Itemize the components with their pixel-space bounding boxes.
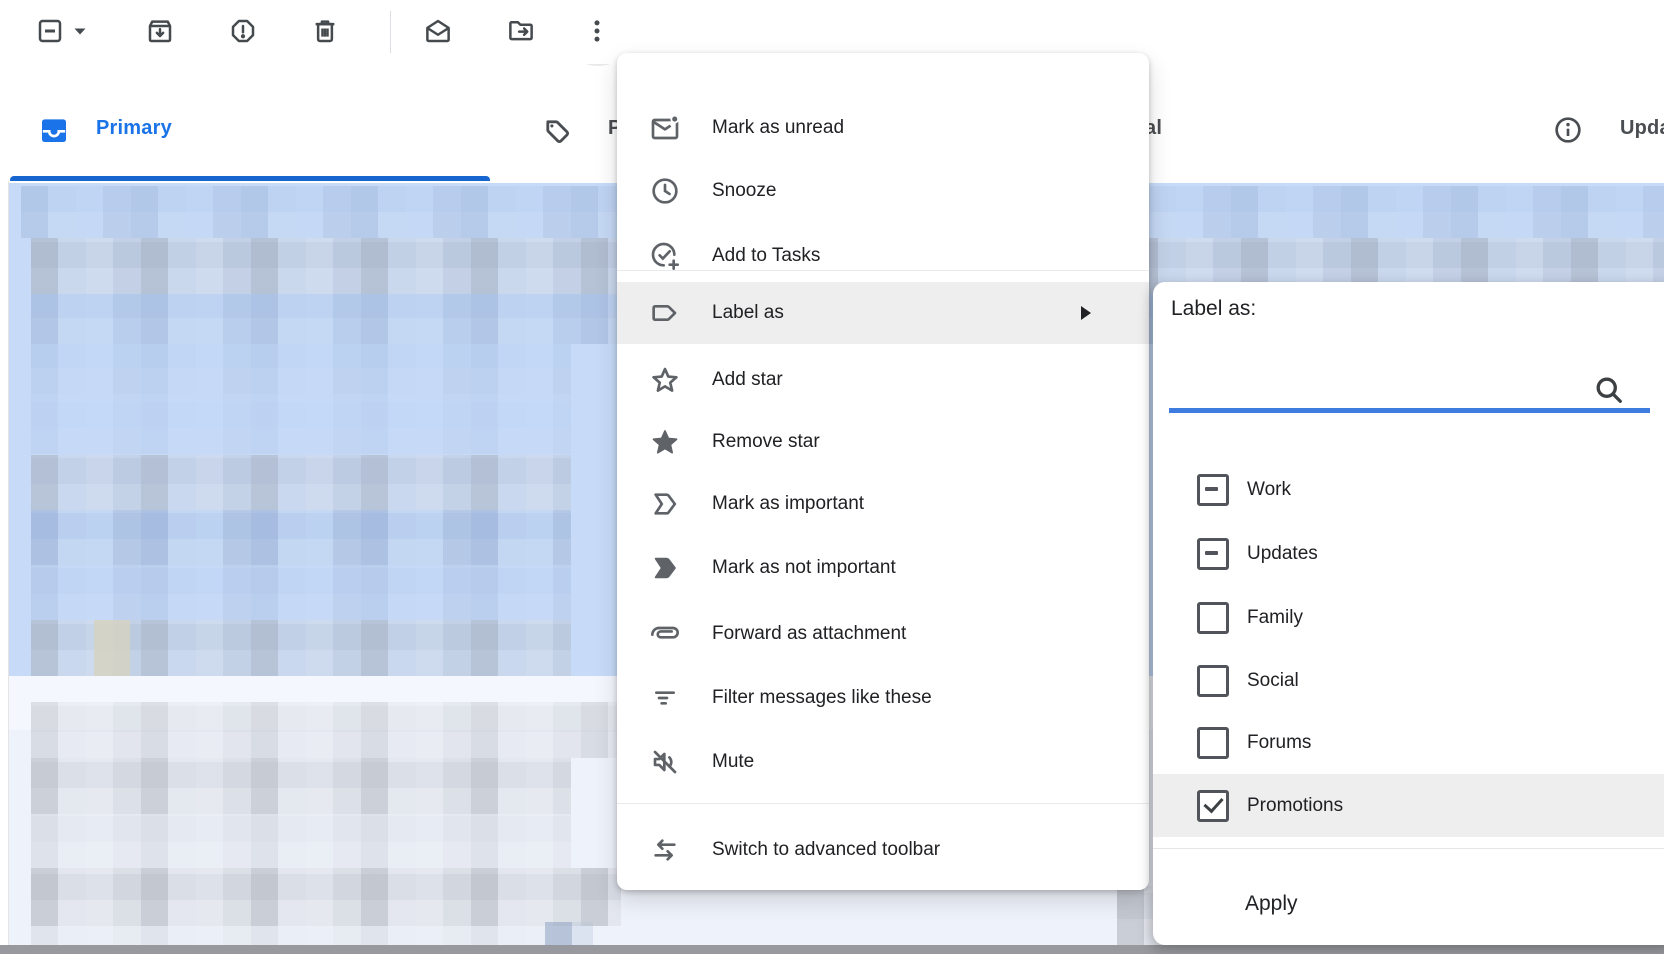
label-option-family[interactable]: Family	[1153, 586, 1664, 649]
checkbox[interactable]	[1197, 474, 1229, 506]
menu-item-label: Mute	[712, 751, 754, 773]
checkbox[interactable]	[1197, 727, 1229, 759]
menu-item-label: Forward as attachment	[712, 623, 906, 645]
report-spam-button[interactable]	[220, 8, 266, 54]
more-options-button[interactable]	[574, 8, 620, 54]
active-tab-underline	[10, 176, 490, 181]
label-as-panel-title: Label as:	[1171, 297, 1256, 321]
label-option-text: Work	[1247, 479, 1291, 501]
add-to-tasks-icon	[648, 239, 682, 273]
menu-item-label: Mark as important	[712, 493, 864, 515]
mark-as-read-button[interactable]	[415, 8, 461, 54]
menu-item-add-to-tasks[interactable]: Add to Tasks	[617, 225, 1149, 287]
menu-item-label: Mark as not important	[712, 557, 896, 579]
window-bottom-edge	[0, 945, 1664, 954]
label-option-text: Updates	[1247, 543, 1318, 565]
apply-button[interactable]: Apply	[1245, 881, 1298, 927]
menu-item-label: Add to Tasks	[712, 245, 820, 267]
label-option-text: Forums	[1247, 732, 1311, 754]
label-option-forums[interactable]: Forums	[1153, 711, 1664, 774]
menu-item-mark-as-important[interactable]: Mark as important	[617, 473, 1149, 535]
search-focus-underline	[1169, 408, 1650, 413]
tab-updates-label: Updates	[1620, 117, 1664, 140]
menu-item-label: Filter messages like these	[712, 687, 932, 709]
menu-item-label: Remove star	[712, 431, 820, 453]
checkbox[interactable]	[1197, 790, 1229, 822]
move-to-button[interactable]	[498, 8, 544, 54]
more-options-menu: Mark as unread Snooze Add to Tasks Label…	[617, 53, 1149, 890]
menu-item-mark-as-not-important[interactable]: Mark as not important	[617, 537, 1149, 599]
label-option-social[interactable]: Social	[1153, 649, 1664, 712]
panel-divider	[1153, 848, 1664, 849]
tag-icon	[540, 114, 574, 148]
label-option-text: Promotions	[1247, 795, 1343, 817]
mark-unread-icon	[648, 111, 682, 145]
tab-primary-label: Primary	[96, 117, 172, 140]
menu-item-mark-as-unread[interactable]: Mark as unread	[617, 97, 1149, 159]
menu-item-label-as[interactable]: Label as	[617, 282, 1149, 344]
menu-item-label: Add star	[712, 369, 783, 391]
label-option-text: Family	[1247, 607, 1303, 629]
menu-item-snooze[interactable]: Snooze	[617, 160, 1149, 222]
menu-divider	[617, 803, 1149, 804]
star-outline-icon	[648, 363, 682, 397]
menu-item-label: Snooze	[712, 180, 776, 202]
menu-divider	[617, 270, 1149, 271]
menu-item-label: Switch to advanced toolbar	[712, 839, 940, 861]
checkbox[interactable]	[1197, 665, 1229, 697]
mute-icon	[648, 745, 682, 779]
menu-item-remove-star[interactable]: Remove star	[617, 411, 1149, 473]
delete-button[interactable]	[302, 8, 348, 54]
info-circle-icon	[1552, 114, 1584, 146]
checkbox[interactable]	[1197, 602, 1229, 634]
label-option-updates[interactable]: Updates	[1153, 522, 1664, 585]
paperclip-icon	[648, 617, 682, 651]
menu-item-switch-toolbar[interactable]: Switch to advanced toolbar	[617, 819, 1149, 881]
snooze-icon	[648, 174, 682, 208]
search-icon	[1591, 372, 1627, 408]
gmail-screen: Primary Promotions Social Updates	[0, 0, 1664, 954]
label-option-work[interactable]: Work	[1153, 458, 1664, 521]
label-option-promotions[interactable]: Promotions	[1153, 774, 1664, 837]
inbox-primary-icon	[38, 114, 70, 146]
checkbox[interactable]	[1197, 538, 1229, 570]
list-left-gutter	[0, 181, 9, 945]
label-option-text: Social	[1247, 670, 1299, 692]
label-as-panel: Label as: Work Updates Family Social For…	[1153, 282, 1664, 945]
label-search-input[interactable]	[1169, 358, 1588, 404]
menu-item-label: Mark as unread	[712, 117, 844, 139]
toolbar-divider	[390, 11, 391, 53]
label-icon	[648, 296, 682, 330]
important-filled-icon	[648, 551, 682, 585]
star-filled-icon	[648, 425, 682, 459]
archive-button[interactable]	[137, 8, 183, 54]
menu-item-add-star[interactable]: Add star	[617, 349, 1149, 411]
select-dropdown-caret[interactable]	[64, 8, 96, 54]
important-outline-icon	[648, 487, 682, 521]
swap-arrows-icon	[648, 833, 682, 867]
menu-item-mute[interactable]: Mute	[617, 731, 1149, 793]
menu-item-filter-messages[interactable]: Filter messages like these	[617, 667, 1149, 729]
filter-icon	[648, 681, 682, 715]
menu-item-label: Label as	[712, 302, 784, 324]
submenu-arrow-icon	[1081, 306, 1091, 320]
menu-item-forward-as-attachment[interactable]: Forward as attachment	[617, 603, 1149, 665]
